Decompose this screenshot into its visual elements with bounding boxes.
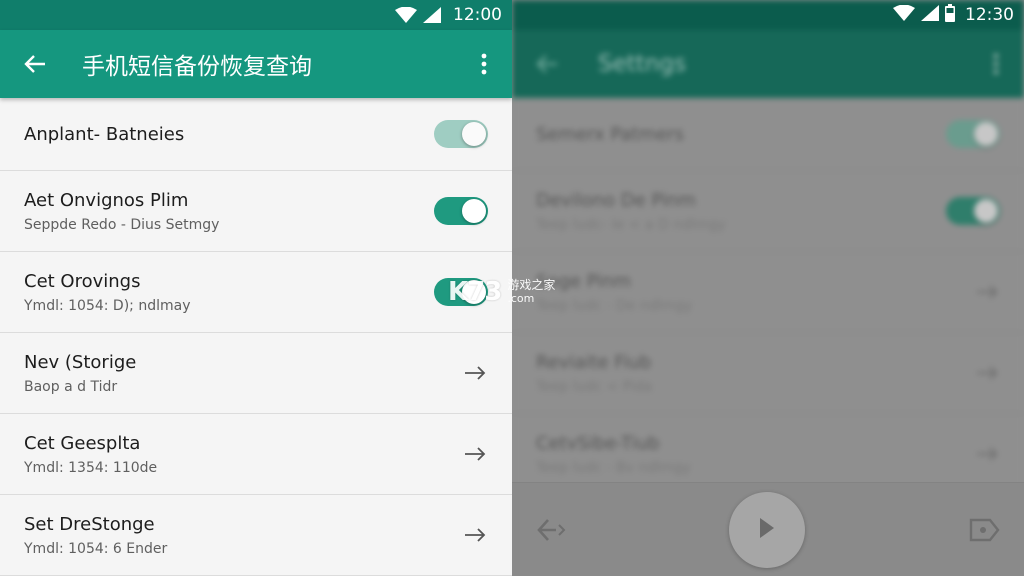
watermark-com: .com xyxy=(507,292,535,305)
back-arrow-icon[interactable] xyxy=(536,517,566,543)
row-text: Cet Orovings Ymdl: 1054: D); ndlmay xyxy=(24,271,434,314)
battery-icon xyxy=(945,4,955,26)
settings-row[interactable]: Nev (Storige Baop a d Tidr xyxy=(0,333,512,414)
app-bar: 手机短信备份恢复查询 xyxy=(0,30,512,98)
right-status-bar: 12:30 xyxy=(512,0,1024,30)
toggle-switch[interactable] xyxy=(946,197,1000,225)
row-subtitle: Ymdl: 1054: D); ndlmay xyxy=(24,297,191,314)
wifi-icon xyxy=(893,4,915,25)
row-title: Reviaite Fiub xyxy=(536,351,652,373)
toggle-knob xyxy=(974,199,998,223)
play-button[interactable] xyxy=(729,491,805,568)
toggle-knob xyxy=(974,122,998,146)
toggle-switch[interactable] xyxy=(434,197,488,225)
arrow-right-icon xyxy=(462,528,488,542)
row-subtitle: Teep ludc - Bv ndlmgy xyxy=(536,459,691,476)
settings-row[interactable]: Anplant- Batneies xyxy=(0,98,512,171)
settings-row[interactable]: Soge Pinm Teep ludc - De ndlmgy xyxy=(512,252,1024,333)
arrow-right-icon xyxy=(974,366,1000,380)
watermark-cn: 游戏之家 xyxy=(507,278,556,292)
row-title: Semerx Patmers xyxy=(536,123,684,145)
more-vert-icon[interactable] xyxy=(984,49,1008,79)
cell-signal-icon xyxy=(921,5,939,25)
arrow-right-icon xyxy=(462,366,488,380)
row-title: Anplant- Batneies xyxy=(24,123,185,145)
row-subtitle: Teep ludc < Pida xyxy=(536,378,653,395)
row-subtitle: Teep ludc - De ndlmgy xyxy=(536,297,693,314)
settings-row[interactable]: Semerx Patmers xyxy=(512,98,1024,171)
row-text: CetvSibe-Tiub Teep ludc - Bv ndlmgy xyxy=(536,433,974,476)
row-title: Aet Onvignos Plim xyxy=(24,189,189,211)
row-text: Aet Onvignos Plim Seppde Redo - Dius Set… xyxy=(24,190,434,233)
toggle-knob xyxy=(462,199,486,223)
play-icon xyxy=(758,516,776,544)
row-title: Soge Pinm xyxy=(536,270,632,292)
wifi-icon xyxy=(395,7,417,23)
page-title: 手机短信备份恢复查询 xyxy=(82,54,312,80)
app-bar: Settngs xyxy=(512,30,1024,98)
cell-signal-icon xyxy=(423,7,441,23)
arrow-right-icon xyxy=(462,447,488,461)
arrow-right-icon xyxy=(974,285,1000,299)
row-title: Nev (Storige xyxy=(24,351,137,373)
row-text: Soge Pinm Teep ludc - De ndlmgy xyxy=(536,271,974,314)
settings-row[interactable]: Cet Geesplta Ymdl: 1354: 110de xyxy=(0,414,512,495)
row-subtitle: Teep ludc- Ie < a D ndlmgy xyxy=(536,216,726,233)
toggle-knob xyxy=(462,122,486,146)
more-vert-icon[interactable] xyxy=(472,49,496,79)
row-text: Semerx Patmers xyxy=(536,124,946,145)
row-text: Nev (Storige Baop a d Tidr xyxy=(24,352,462,395)
status-bar: 12:00 xyxy=(0,0,512,30)
row-title: Devilono De Pinm xyxy=(536,189,696,211)
left-phone-screen: 12:00 手机短信备份恢复查询 Anplant- Batneies Aet O… xyxy=(0,0,512,576)
row-text: Set DreStonge Ymdl: 1054: 6 Ender xyxy=(24,514,462,557)
row-title: Cet Orovings xyxy=(24,270,141,292)
settings-row[interactable]: Cet Orovings Ymdl: 1054: D); ndlmay xyxy=(0,252,512,333)
page-title: Settngs xyxy=(598,51,686,77)
settings-row[interactable]: Reviaite Fiub Teep ludc < Pida xyxy=(512,333,1024,414)
settings-row[interactable]: Set DreStonge Ymdl: 1054: 6 Ender xyxy=(0,495,512,576)
blurred-content: Settngs Semerx Patmers Devilono De Pinm … xyxy=(512,0,1024,495)
settings-list: Anplant- Batneies Aet Onvignos Plim Sepp… xyxy=(0,98,512,576)
row-text: Devilono De Pinm Teep ludc- Ie < a D ndl… xyxy=(536,190,946,233)
status-time: 12:00 xyxy=(453,5,502,25)
toggle-switch[interactable] xyxy=(434,120,488,148)
right-phone-screen: Settngs Semerx Patmers Devilono De Pinm … xyxy=(512,0,1024,576)
row-title: CetvSibe-Tiub xyxy=(536,432,660,454)
row-title: Cet Geesplta xyxy=(24,432,141,454)
row-text: Anplant- Batneies xyxy=(24,124,434,145)
row-text: Reviaite Fiub Teep ludc < Pida xyxy=(536,352,974,395)
row-subtitle: Seppde Redo - Dius Setmgy xyxy=(24,216,220,233)
row-subtitle: Baop a d Tidr xyxy=(24,378,118,395)
settings-list: Semerx Patmers Devilono De Pinm Teep lud… xyxy=(512,98,1024,495)
label-tag-icon[interactable] xyxy=(968,516,1000,544)
watermark-logo: K73 xyxy=(448,277,502,307)
settings-row[interactable]: Devilono De Pinm Teep ludc- Ie < a D ndl… xyxy=(512,171,1024,252)
navigation-bar xyxy=(512,482,1024,576)
watermark-text: 游戏之家 .com xyxy=(507,278,555,306)
toggle-switch[interactable] xyxy=(946,120,1000,148)
row-subtitle: Ymdl: 1054: 6 Ender xyxy=(24,540,168,557)
watermark: K73 游戏之家 .com xyxy=(448,272,588,312)
back-arrow-icon[interactable] xyxy=(534,51,560,77)
row-text: Cet Geesplta Ymdl: 1354: 110de xyxy=(24,433,462,476)
arrow-right-icon xyxy=(974,447,1000,461)
row-title: Set DreStonge xyxy=(24,513,155,535)
back-arrow-icon[interactable] xyxy=(22,51,48,77)
row-subtitle: Ymdl: 1354: 110de xyxy=(24,459,158,476)
status-time: 12:30 xyxy=(965,5,1014,25)
settings-row[interactable]: Aet Onvignos Plim Seppde Redo - Dius Set… xyxy=(0,171,512,252)
